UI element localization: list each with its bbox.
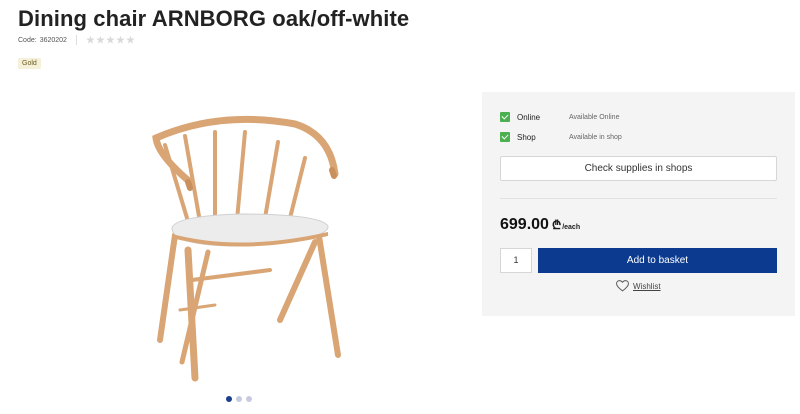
rating-stars[interactable]: [86, 35, 135, 45]
product-code: 3620202: [39, 36, 67, 44]
product-badge: Gold: [18, 58, 41, 69]
quantity-input[interactable]: 1: [500, 248, 532, 273]
star-icon: [106, 35, 115, 44]
star-icon: [126, 35, 135, 44]
availability-online: Online Available Online: [500, 112, 619, 122]
gallery-dots: [226, 396, 252, 402]
gallery-dot[interactable]: [246, 396, 252, 402]
price: 699.00 ₾ /each: [500, 216, 580, 234]
currency-symbol: ₾: [551, 218, 562, 232]
gallery-dot[interactable]: [236, 396, 242, 402]
product-image[interactable]: [120, 110, 360, 390]
meta-divider: [75, 35, 77, 45]
checkmark-icon: [500, 132, 510, 142]
heart-icon: [616, 280, 629, 292]
wishlist-label: Wishlist: [633, 281, 661, 291]
gallery-dot[interactable]: [226, 396, 232, 402]
star-icon: [96, 35, 105, 44]
add-to-basket-button[interactable]: Add to basket: [538, 248, 777, 273]
check-shops-button[interactable]: Check supplies in shops: [500, 156, 777, 181]
availability-shop: Shop Available in shop: [500, 132, 622, 142]
product-title: Dining chair ARNBORG oak/off-white: [18, 6, 410, 31]
availability-label: Online: [517, 112, 541, 122]
code-label: Code:: [18, 36, 37, 44]
availability-status: Available in shop: [569, 133, 622, 141]
purchase-panel: Online Available Online Shop Available i…: [482, 92, 795, 316]
price-unit: /each: [562, 224, 581, 231]
panel-divider: [500, 198, 777, 199]
star-icon: [116, 35, 125, 44]
chair-image: [152, 115, 341, 382]
wishlist-link[interactable]: Wishlist: [616, 280, 661, 292]
availability-label: Shop: [517, 132, 536, 142]
product-meta: Code: 3620202: [18, 35, 135, 45]
price-value: 699.00: [500, 216, 549, 233]
availability-status: Available Online: [569, 113, 620, 121]
star-icon: [86, 35, 95, 44]
checkmark-icon: [500, 112, 510, 122]
